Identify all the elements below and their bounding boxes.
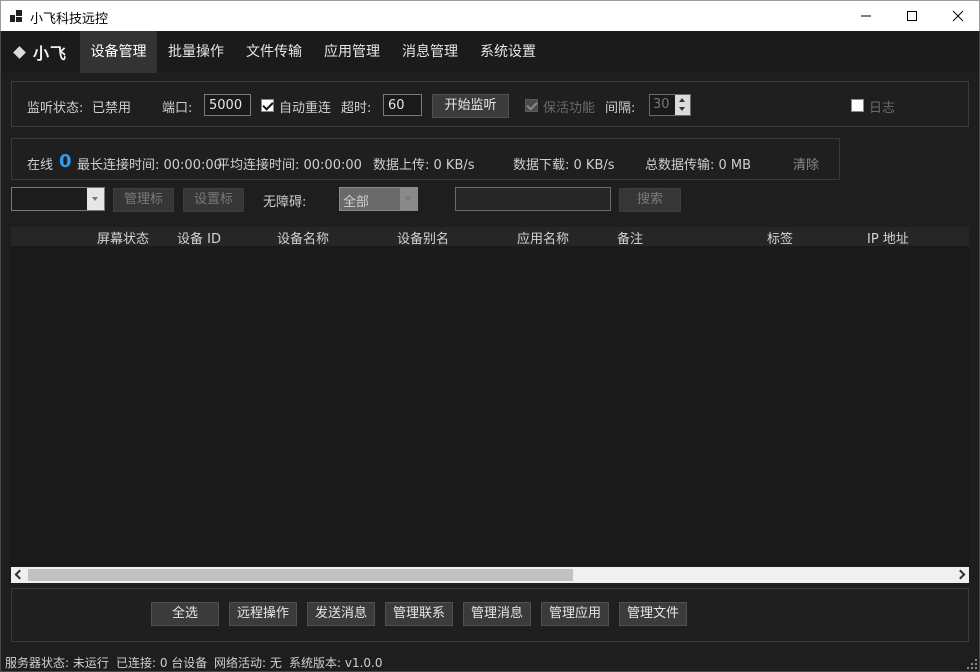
start-listen-button[interactable]: 开始监听 [432, 94, 509, 118]
online-label: 在线 [27, 158, 54, 173]
tab-batch-operations[interactable]: 批量操作 [159, 31, 233, 73]
scrollbar-thumb[interactable] [28, 569, 573, 581]
accessibility-label: 无障碍: [263, 195, 307, 210]
keepalive-label: 保活功能 [543, 101, 596, 116]
accessibility-select-value: 全部 [343, 195, 370, 210]
clear-stats-button[interactable]: 清除 [793, 154, 819, 173]
tab-system-settings[interactable]: 系统设置 [471, 31, 545, 73]
chevron-up-icon [679, 98, 685, 102]
horizontal-scrollbar[interactable] [11, 567, 969, 583]
minimize-icon [861, 15, 871, 17]
send-message-button[interactable]: 发送消息 [307, 602, 375, 626]
device-table-body[interactable] [11, 246, 969, 566]
device-management-page: 监听状态: 已禁用 端口: 自动重连 超时: 开始监听 保活功能 间隔: 30 … [0, 73, 980, 653]
batch-actions-panel: 全选 远程操作 发送消息 管理联系 管理消息 管理应用 管理文件 [11, 588, 969, 642]
manage-contacts-button[interactable]: 管理联系 [385, 602, 453, 626]
device-table-header: 屏幕状态 设备 ID 设备名称 设备别名 应用名称 备注 标签 IP 地址 [11, 227, 969, 247]
interval-value: 30 [653, 97, 670, 112]
spinner-arrows[interactable] [675, 95, 690, 115]
column-header-app-name[interactable]: 应用名称 [517, 228, 569, 247]
select-all-button[interactable]: 全选 [151, 602, 219, 626]
chevron-down-icon [87, 188, 104, 210]
chevron-down-icon [679, 107, 685, 111]
listen-status-label: 监听状态: [27, 101, 84, 116]
status-bar: 服务器状态: 未运行 已连接: 0 台设备 网络活动: 无 系统版本: v1.0… [0, 653, 980, 672]
tab-message-management[interactable]: 消息管理 [393, 31, 467, 73]
log-label: 日志 [869, 101, 896, 116]
port-input[interactable] [204, 94, 251, 116]
column-header-device-id[interactable]: 设备 ID [177, 228, 221, 247]
timeout-input[interactable] [383, 94, 422, 116]
manage-apps-button[interactable]: 管理应用 [541, 602, 609, 626]
column-header-remark[interactable]: 备注 [617, 228, 643, 247]
listen-status-value: 已禁用 [92, 101, 132, 116]
download-rate: 数据下载: 0 KB/s [513, 158, 615, 173]
server-status: 服务器状态: 未运行 [5, 656, 109, 670]
auto-reconnect-checkbox[interactable] [261, 99, 274, 112]
column-header-ip-address[interactable]: IP 地址 [867, 228, 909, 247]
connection-stats-panel: 在线 0 最长连接时间: 00:00:00 平均连接时间: 00:00:00 数… [11, 138, 840, 180]
connected-devices: 已连接: 0 台设备 [116, 656, 208, 670]
average-connection-time: 平均连接时间: 00:00:00 [217, 158, 362, 173]
interval-spinner[interactable]: 30 [649, 94, 691, 116]
main-nav: 小飞 设备管理 批量操作 文件传输 应用管理 消息管理 系统设置 [0, 31, 980, 73]
upload-rate: 数据上传: 0 KB/s [373, 158, 475, 173]
online-count: 0 [59, 151, 72, 172]
keepalive-checkbox[interactable] [525, 99, 538, 112]
tab-app-management[interactable]: 应用管理 [315, 31, 389, 73]
chevron-down-icon [400, 188, 417, 210]
manage-files-button[interactable]: 管理文件 [619, 602, 687, 626]
maximize-button[interactable] [889, 1, 935, 31]
maximize-icon [907, 11, 917, 21]
tab-device-management[interactable]: 设备管理 [80, 31, 157, 73]
auto-reconnect-label: 自动重连 [279, 101, 332, 116]
brand-name: 小飞 [33, 44, 68, 63]
remote-operation-button[interactable]: 远程操作 [229, 602, 297, 626]
system-version: 系统版本: v1.0.0 [289, 656, 383, 670]
manage-tags-button[interactable]: 管理标 [113, 188, 174, 212]
listen-settings-panel: 监听状态: 已禁用 端口: 自动重连 超时: 开始监听 保活功能 间隔: 30 … [11, 81, 969, 127]
network-activity: 网络活动: 无 [214, 656, 282, 670]
port-label: 端口: [162, 101, 193, 116]
brand-logo: 小飞 [13, 41, 68, 63]
search-button[interactable]: 搜索 [619, 188, 681, 212]
close-button[interactable] [935, 1, 980, 31]
group-select[interactable] [11, 187, 105, 211]
timeout-label: 超时: [341, 101, 372, 116]
resize-grip-icon[interactable] [967, 659, 977, 669]
total-transfer: 总数据传输: 0 MB [645, 158, 752, 173]
column-header-device-alias[interactable]: 设备别名 [397, 228, 449, 247]
tab-file-transfer[interactable]: 文件传输 [237, 31, 311, 73]
column-header-tags[interactable]: 标签 [767, 228, 793, 247]
column-header-device-name[interactable]: 设备名称 [277, 228, 329, 247]
minimize-button[interactable] [843, 1, 889, 31]
column-header-screen-status[interactable]: 屏幕状态 [97, 228, 149, 247]
title-bar: 小飞科技远控 [0, 0, 980, 31]
interval-label: 间隔: [605, 101, 636, 116]
app-logo-icon [10, 10, 22, 22]
manage-messages-button[interactable]: 管理消息 [463, 602, 531, 626]
diamond-icon [13, 45, 26, 59]
window-title: 小飞科技远控 [30, 12, 109, 27]
set-tags-button[interactable]: 设置标 [183, 188, 244, 212]
chevron-right-icon[interactable] [955, 569, 966, 580]
longest-connection-time: 最长连接时间: 00:00:00 [77, 158, 222, 173]
accessibility-select[interactable]: 全部 [339, 187, 418, 211]
search-input[interactable] [455, 187, 611, 211]
chevron-left-icon[interactable] [14, 569, 25, 580]
close-icon [952, 10, 964, 22]
log-checkbox[interactable] [851, 99, 864, 112]
